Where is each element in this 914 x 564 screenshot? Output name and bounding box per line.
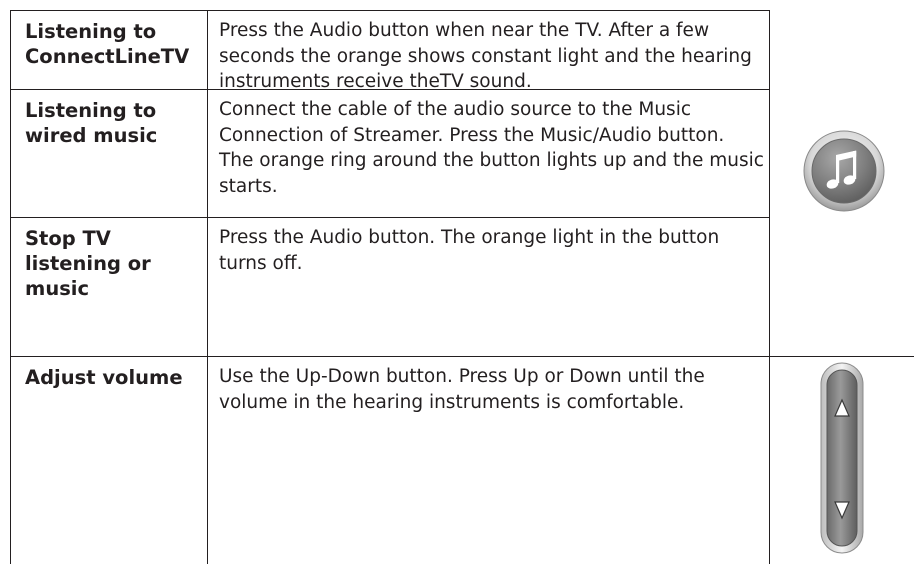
row-label-adjust-volume: Adjust volume xyxy=(25,366,183,389)
row-divider-2 xyxy=(10,217,769,218)
col-divider-right xyxy=(769,10,770,564)
row-divider-top xyxy=(10,10,769,11)
row-desc-connectline-tv: Press the Audio button when near the TV.… xyxy=(219,20,752,92)
row-label-connectline-tv: Listening to ConnectLineTV xyxy=(25,20,190,68)
instructions-table: Listening to ConnectLineTV Press the Aud… xyxy=(0,0,914,564)
row-label-wired-music: Listening to wired music xyxy=(25,99,158,147)
col-divider-mid xyxy=(207,10,208,564)
row-desc-adjust-volume: Use the Up-Down button. Press Up or Down… xyxy=(219,366,705,413)
row-divider-3 xyxy=(10,356,914,357)
col-divider-left xyxy=(10,10,11,564)
row-desc-stop-tv: Press the Audio button. The orange light… xyxy=(219,227,720,274)
music-note-button-icon xyxy=(803,130,885,212)
up-down-volume-button-icon xyxy=(820,362,864,554)
row-desc-wired-music: Connect the cable of the audio source to… xyxy=(219,99,764,197)
row-label-stop-tv: Stop TV listening or music xyxy=(25,227,151,300)
